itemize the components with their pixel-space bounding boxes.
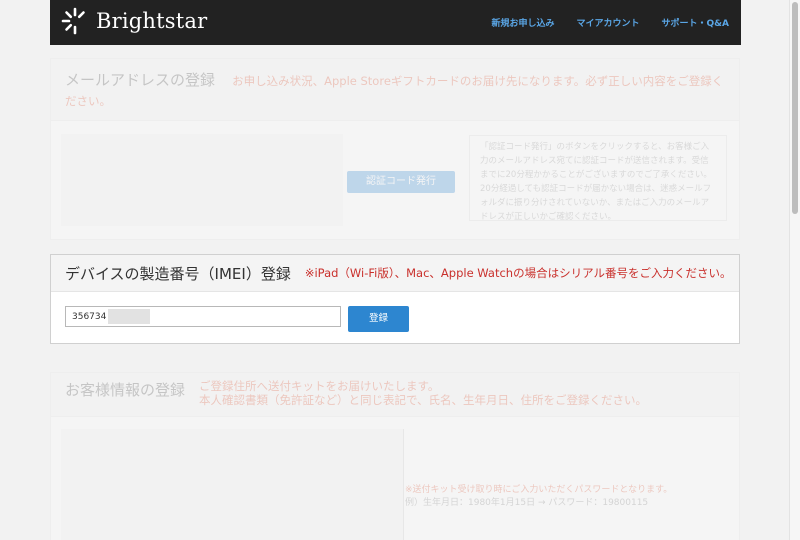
email-section: メールアドレスの登録 お申し込み状況、Apple Storeギフトカードのお届け… bbox=[50, 58, 740, 240]
customer-note-line2: 本人確認書類（免許証など）と同じ表記で、氏名、生年月日、住所をご登録ください。 bbox=[199, 393, 648, 407]
customer-form-area bbox=[61, 429, 404, 540]
customer-section-header: お客様情報の登録 ご登録住所へ送付キットをお届けいたします。 本人確認書類（免許… bbox=[51, 373, 739, 417]
customer-section-note: ご登録住所へ送付キットをお届けいたします。 本人確認書類（免許証など）と同じ表記… bbox=[199, 379, 647, 410]
page-scrollbar[interactable] bbox=[789, 0, 800, 540]
nav-support-qa[interactable]: サポート・Q&A bbox=[662, 16, 729, 29]
verification-info: 「認証コード発行」のボタンをクリックすると、お客様ご入力のメールアドレス宛てに認… bbox=[469, 135, 727, 222]
imei-section-header: デバイスの製造番号（IMEI）登録 ※iPad（Wi-Fi版）、Mac、Appl… bbox=[51, 255, 739, 292]
brand-logo[interactable]: Brightstar bbox=[60, 6, 207, 36]
redaction-mask bbox=[108, 309, 150, 324]
password-note: ※送付キット受け取り時にご入力いただくパスワードとなります。 例）生年月日：19… bbox=[405, 484, 672, 510]
site-header: Brightstar 新規お申し込み マイアカウント サポート・Q&A bbox=[50, 0, 741, 45]
customer-section-title: お客様情報の登録 bbox=[65, 381, 186, 399]
register-button[interactable]: 登録 bbox=[348, 306, 409, 332]
imei-section: デバイスの製造番号（IMEI）登録 ※iPad（Wi-Fi版）、Mac、Appl… bbox=[50, 254, 740, 344]
sunburst-icon bbox=[61, 7, 85, 35]
nav-new-application[interactable]: 新規お申し込み bbox=[492, 16, 555, 29]
imei-input[interactable] bbox=[65, 306, 341, 327]
logo-text: Brightstar bbox=[96, 9, 208, 33]
nav-my-account[interactable]: マイアカウント bbox=[577, 16, 640, 29]
email-section-title: メールアドレスの登録 bbox=[65, 71, 216, 89]
scrollbar-thumb[interactable] bbox=[792, 2, 798, 214]
issue-code-button[interactable]: 認証コード発行 bbox=[347, 171, 455, 193]
customer-section: お客様情報の登録 ご登録住所へ送付キットをお届けいたします。 本人確認書類（免許… bbox=[50, 372, 740, 540]
page: Brightstar 新規お申し込み マイアカウント サポート・Q&A メールア… bbox=[0, 0, 790, 540]
password-note-text: ※送付キット受け取り時にご入力いただくパスワードとなります。 bbox=[405, 485, 673, 495]
main-nav: 新規お申し込み マイアカウント サポート・Q&A bbox=[492, 16, 730, 29]
customer-note-line1: ご登録住所へ送付キットをお届けいたします。 bbox=[199, 379, 440, 393]
email-input-area bbox=[61, 134, 343, 226]
email-section-header: メールアドレスの登録 お申し込み状況、Apple Storeギフトカードのお届け… bbox=[51, 59, 739, 121]
password-example: 例）生年月日：1980年1月15日 → パスワード：19800115 bbox=[405, 498, 649, 508]
imei-section-note: ※iPad（Wi-Fi版）、Mac、Apple Watchの場合はシリアル番号を… bbox=[304, 266, 732, 280]
imei-section-title: デバイスの製造番号（IMEI）登録 bbox=[65, 264, 291, 283]
